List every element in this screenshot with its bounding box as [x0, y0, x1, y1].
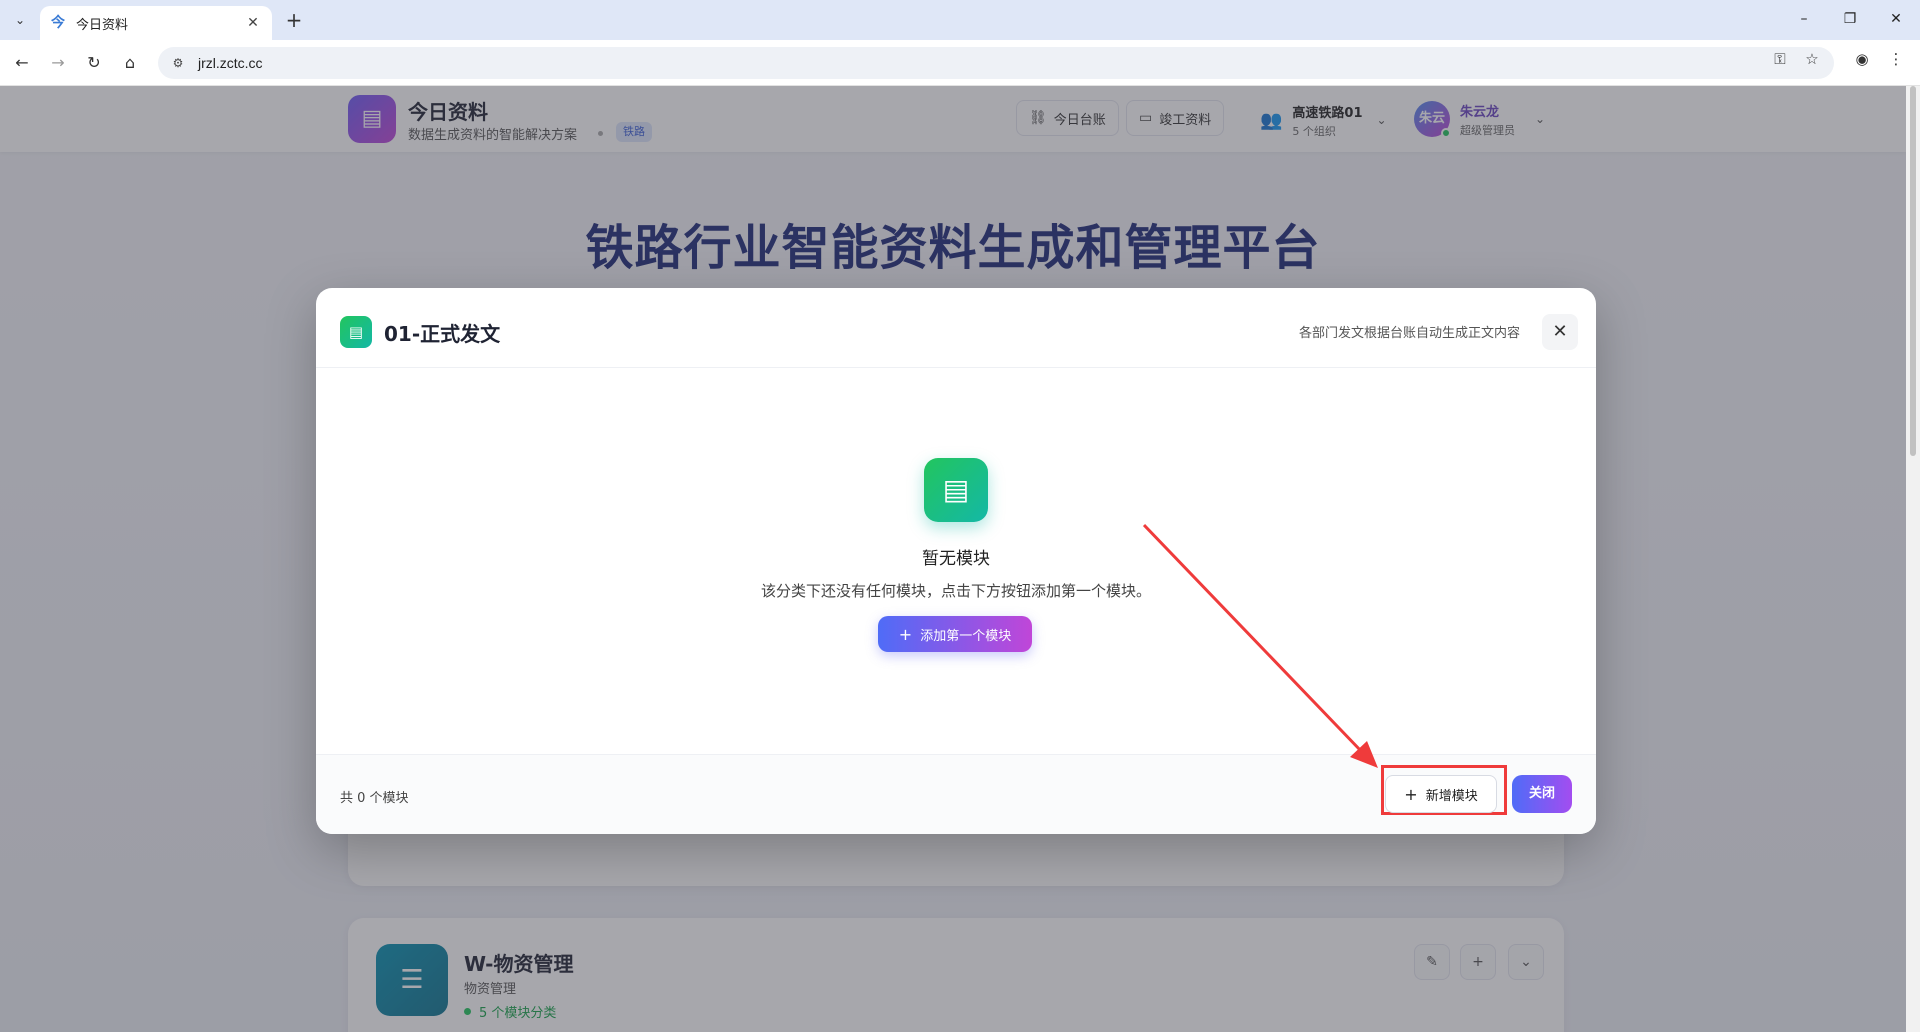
favicon-icon: 今 [51, 15, 65, 31]
forward-arrow-icon[interactable]: → [46, 51, 70, 75]
dialog-description: 各部门发文根据台账自动生成正文内容 [1298, 326, 1520, 341]
menu-kebab-icon[interactable]: ⋮ [1884, 47, 1908, 71]
add-first-module-label: 添加第一个模块 [920, 628, 1012, 644]
dialog-header: ▤ 01-正式发文 各部门发文根据台账自动生成正文内容 ✕ [316, 288, 1596, 368]
tab-list-chevron-icon[interactable]: ⌄ [8, 8, 32, 32]
scrollbar-thumb[interactable] [1910, 86, 1916, 456]
plus-icon: + [1404, 784, 1418, 804]
module-count: 共 0 个模块 [340, 791, 409, 806]
url-text: jrzl.zctc.cc [198, 55, 263, 71]
page-scrollbar[interactable] [1906, 86, 1920, 1032]
new-tab-plus-icon[interactable]: + [282, 9, 306, 33]
new-module-button[interactable]: + 新增模块 [1385, 775, 1497, 813]
page-content: ▤ 今日资料 数据生成资料的智能解决方案 铁路 ⛓ 今日台账 ▭ 竣工资料 👥 … [0, 86, 1906, 1032]
window-close-icon[interactable]: ✕ [1884, 8, 1908, 32]
profile-icon[interactable]: ◉ [1850, 47, 1874, 71]
tab-close-icon[interactable]: ✕ [244, 14, 262, 32]
reload-icon[interactable]: ↻ [82, 51, 106, 75]
site-settings-icon[interactable]: ⚙ [170, 55, 186, 71]
address-bar[interactable]: ⚙ jrzl.zctc.cc [158, 47, 1834, 79]
tab-title: 今日资料 [76, 17, 129, 33]
home-icon[interactable]: ⌂ [118, 51, 142, 75]
dialog-title: 01-正式发文 [384, 322, 501, 346]
document-icon: ▤ [340, 316, 372, 348]
plus-icon: + [898, 624, 913, 644]
browser-tab[interactable]: 今 今日资料 ✕ [40, 6, 272, 40]
restore-icon[interactable]: ❐ [1838, 8, 1862, 32]
dialog-footer: 共 0 个模块 + 新增模块 关闭 [316, 754, 1596, 834]
empty-state-description: 该分类下还没有任何模块，点击下方按钮添加第一个模块。 [760, 582, 1151, 600]
minimize-icon[interactable]: – [1792, 8, 1816, 32]
back-arrow-icon[interactable]: ← [10, 51, 34, 75]
empty-state-title: 暂无模块 [922, 549, 990, 569]
bookmark-star-icon[interactable]: ☆ [1800, 47, 1824, 71]
close-button[interactable]: 关闭 [1512, 775, 1572, 813]
password-key-icon[interactable]: ⚿ [1768, 47, 1792, 71]
browser-toolbar: ← → ↻ ⌂ ⚙ jrzl.zctc.cc ⚿ ☆ ◉ ⋮ [0, 40, 1920, 86]
module-dialog: ▤ 01-正式发文 各部门发文根据台账自动生成正文内容 ✕ ▤ 暂无模块 该分类… [316, 288, 1596, 834]
document-icon: ▤ [924, 458, 988, 522]
add-first-module-button[interactable]: + 添加第一个模块 [878, 616, 1032, 652]
close-icon[interactable]: ✕ [1542, 314, 1578, 350]
new-module-label: 新增模块 [1425, 788, 1478, 804]
browser-tab-bar: ⌄ 今 今日资料 ✕ + – ❐ ✕ [0, 0, 1920, 40]
